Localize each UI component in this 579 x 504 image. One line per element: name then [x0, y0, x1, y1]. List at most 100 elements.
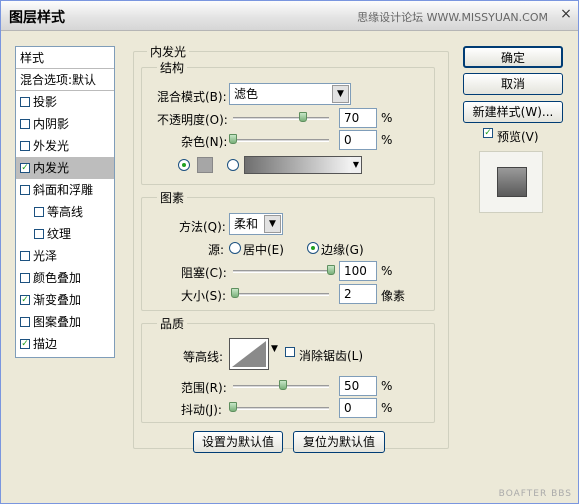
style-item[interactable]: 投影 [16, 91, 114, 113]
style-item[interactable]: 等高线 [16, 201, 114, 223]
method-label: 方法(Q): [179, 220, 226, 234]
jitter-slider-thumb[interactable] [229, 402, 237, 412]
cancel-button[interactable]: 取消 [463, 73, 563, 95]
style-checkbox[interactable] [20, 272, 30, 283]
style-checkbox[interactable]: ✓ [20, 162, 30, 173]
choke-unit: % [381, 264, 393, 278]
reset-default-button[interactable]: 复位为默认值 [293, 431, 385, 453]
style-checkbox[interactable] [20, 140, 30, 151]
solid-color-radio[interactable] [178, 159, 190, 171]
jitter-input[interactable]: 0 [339, 398, 377, 418]
contour-picker[interactable] [229, 338, 269, 370]
anti-alias-label[interactable]: 消除锯齿(L) [299, 347, 363, 364]
source-label: 源: [208, 243, 225, 257]
style-item[interactable]: 外发光 [16, 135, 114, 157]
elements-title: 图素 [157, 189, 188, 206]
style-item[interactable]: ✓ 渐变叠加 [16, 289, 114, 311]
range-label: 范围(R): [181, 381, 227, 395]
opacity-unit: % [381, 111, 393, 125]
blend-mode-select[interactable]: 滤色 ▼ [229, 83, 351, 105]
preview-label[interactable]: 预览(V) [497, 128, 539, 145]
style-checkbox[interactable] [20, 184, 30, 195]
contour-curve-icon [232, 341, 266, 367]
close-icon[interactable]: × [558, 7, 574, 23]
anti-alias-checkbox[interactable] [285, 347, 295, 357]
style-item-label: 等高线 [47, 205, 84, 219]
opacity-label: 不透明度(O): [157, 113, 228, 127]
noise-input[interactable]: 0 [339, 130, 377, 150]
source-edge-label[interactable]: 边缘(G) [321, 241, 364, 258]
chevron-down-icon: ▼ [264, 215, 281, 233]
styles-header[interactable]: 样式 [16, 47, 114, 69]
style-item[interactable]: 颜色叠加 [16, 267, 114, 289]
style-checkbox[interactable] [20, 316, 30, 327]
style-item[interactable]: 光泽 [16, 245, 114, 267]
range-unit: % [381, 379, 393, 393]
make-default-button[interactable]: 设置为默认值 [193, 431, 283, 453]
opacity-slider-thumb[interactable] [299, 112, 307, 122]
inner-glow-title: 内发光 [147, 43, 190, 60]
chevron-down-icon: ▼ [332, 85, 349, 103]
range-slider-thumb[interactable] [279, 380, 287, 390]
jitter-slider-track[interactable] [233, 407, 329, 410]
choke-label: 阻塞(C): [181, 266, 227, 280]
style-item[interactable]: 图案叠加 [16, 311, 114, 333]
size-label: 大小(S): [181, 289, 227, 303]
noise-slider-track[interactable] [233, 139, 329, 142]
choke-slider-track[interactable] [233, 270, 329, 273]
style-item-label: 内阴影 [33, 117, 70, 131]
noise-unit: % [381, 133, 393, 147]
title-bar[interactable]: 图层样式 思缘设计论坛 WWW.MISSYUAN.COM × [1, 1, 578, 31]
preview-checkbox[interactable]: ✓ [483, 128, 493, 138]
style-checkbox[interactable]: ✓ [20, 294, 30, 305]
source-center-label[interactable]: 居中(E) [243, 241, 284, 258]
layer-style-dialog: 图层样式 思缘设计论坛 WWW.MISSYUAN.COM × 样式 混合选项:默… [0, 0, 579, 504]
style-item[interactable]: 纹理 [16, 223, 114, 245]
chevron-down-icon[interactable]: ▼ [271, 344, 278, 354]
quality-title: 品质 [157, 315, 188, 332]
style-checkbox[interactable] [34, 228, 44, 239]
new-style-button[interactable]: 新建样式(W)... [463, 101, 563, 123]
style-checkbox[interactable]: ✓ [20, 338, 30, 349]
preview-box [479, 151, 543, 213]
style-item-label: 描边 [33, 337, 58, 351]
choke-slider-thumb[interactable] [327, 265, 335, 275]
chevron-down-icon: ▼ [351, 157, 361, 173]
noise-slider-thumb[interactable] [229, 134, 237, 144]
size-slider-thumb[interactable] [231, 288, 239, 298]
source-center-radio[interactable] [229, 242, 241, 254]
range-input[interactable]: 50 [339, 376, 377, 396]
size-unit: 像素 [381, 289, 406, 303]
choke-input[interactable]: 100 [339, 261, 377, 281]
watermark-text: 思缘设计论坛 WWW.MISSYUAN.COM [357, 11, 548, 24]
style-checkbox[interactable] [20, 96, 30, 107]
preview-thumbnail [497, 167, 527, 197]
contour-label: 等高线: [183, 350, 224, 364]
ok-button[interactable]: 确定 [463, 46, 563, 68]
style-item[interactable]: 斜面和浮雕 [16, 179, 114, 201]
structure-title: 结构 [157, 59, 188, 76]
method-value: 柔和 [234, 217, 259, 231]
style-item-label: 斜面和浮雕 [33, 183, 94, 197]
noise-label: 杂色(N): [181, 135, 228, 149]
style-item-label: 纹理 [47, 227, 72, 241]
opacity-slider-track[interactable] [233, 117, 329, 120]
style-item[interactable]: ✓ 描边 [16, 333, 114, 355]
style-checkbox[interactable] [20, 250, 30, 261]
style-item[interactable]: ✓ 内发光 [16, 157, 114, 179]
blend-mode-value: 滤色 [234, 87, 259, 101]
glow-gradient-picker[interactable]: ▼ [244, 156, 362, 174]
gradient-radio[interactable] [227, 159, 239, 171]
style-checkbox[interactable] [20, 118, 30, 129]
size-slider-track[interactable] [233, 293, 329, 296]
method-select[interactable]: 柔和 ▼ [229, 213, 283, 235]
source-edge-radio[interactable] [307, 242, 319, 254]
footer-watermark: BOAFTER BBS [498, 489, 572, 499]
opacity-input[interactable]: 70 [339, 108, 377, 128]
blend-mode-label: 混合模式(B): [157, 90, 227, 104]
style-item[interactable]: 内阴影 [16, 113, 114, 135]
style-checkbox[interactable] [34, 206, 44, 217]
size-input[interactable]: 2 [339, 284, 377, 304]
blending-options-item[interactable]: 混合选项:默认 [16, 69, 114, 91]
glow-color-swatch[interactable] [197, 157, 213, 173]
